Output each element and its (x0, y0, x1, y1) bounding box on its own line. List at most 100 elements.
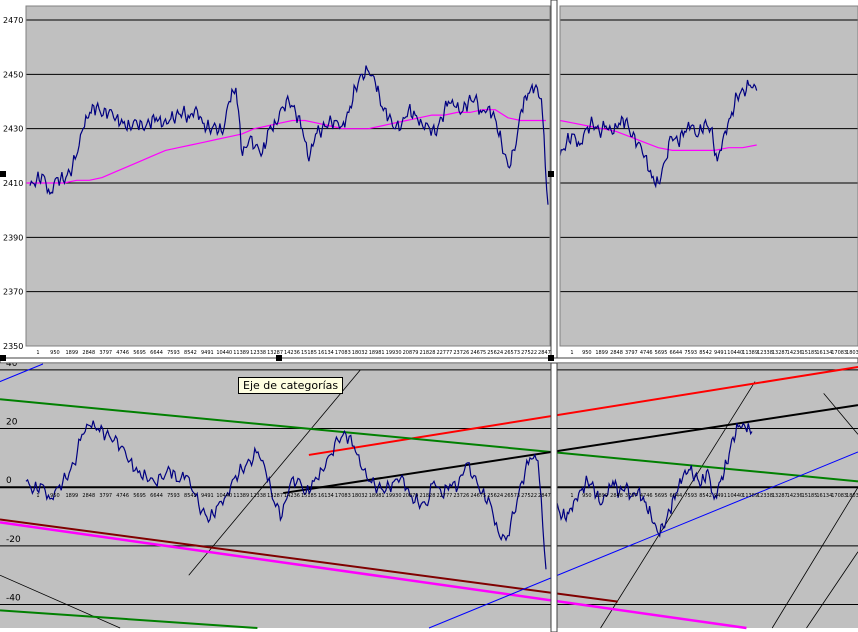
resize-handle (548, 355, 554, 361)
bottom-left-x-tick-label: 4746 (116, 493, 129, 499)
bottom-right-x-tick-label: 11389 (742, 493, 758, 499)
top-right-x-tick-label: 2848 (610, 350, 623, 356)
bottom-left-x-tick-label: 5695 (133, 493, 146, 499)
bottom-left-x-tick-label: 2848 (82, 493, 95, 499)
top-y-tick-label: 2390 (3, 233, 23, 242)
top-y-tick-label: 2430 (3, 125, 23, 134)
top-right-x-tick-label: 3797 (625, 350, 638, 356)
bottom-left-x-tick-label: 25624 (487, 493, 503, 499)
bottom-left-x-tick-label: 1899 (65, 493, 78, 499)
top-left-x-tick-label: 3797 (99, 350, 112, 356)
bottom-left-x-tick-label: 10440 (216, 493, 232, 499)
bottom-right-x-tick-label: 10440 (727, 493, 743, 499)
top-left-x-tick-label: 20879 (403, 350, 419, 356)
bottom-right-x-tick-label: 13287 (772, 493, 788, 499)
top-y-tick-label: 2350 (3, 342, 23, 351)
bottom-left-x-tick-label: 3797 (99, 493, 112, 499)
bottom-left-x-tick-label: 11389 (233, 493, 249, 499)
top-left-x-tick-label: 16134 (318, 350, 334, 356)
top-right-x-tick-label: 4746 (640, 350, 653, 356)
top-left-x-tick-label: 7593 (167, 350, 180, 356)
top-left-x-tick-label: 4746 (116, 350, 129, 356)
top-y-tick-label: 2410 (3, 179, 23, 188)
top-right-x-tick-label: 16134 (816, 350, 832, 356)
top-right-x-tick-label: 11389 (742, 350, 758, 356)
top-left-x-tick-label: 5695 (133, 350, 146, 356)
bottom-left-x-tick-label: 12338 (250, 493, 266, 499)
top-left-x-tick-label: 22777 (436, 350, 452, 356)
top-right-x-tick-label: 9491 (714, 350, 727, 356)
top-right-x-tick-label: 1899 (595, 350, 608, 356)
bottom-left-x-tick-label: 6644 (150, 493, 163, 499)
top-left-x-tick-label: 12338 (250, 350, 266, 356)
top-left-x-tick-label: 26573 (504, 350, 520, 356)
top-left-x-tick-label: 23726 (453, 350, 469, 356)
bottom-right-x-tick-label: 8542 (699, 493, 712, 499)
top-y-tick-label: 2450 (3, 70, 23, 79)
bottom-right-x-tick-label: 2848 (610, 493, 623, 499)
top-left-x-tick-label: 8542 (184, 350, 197, 356)
top-right-x-tick-label: 7593 (684, 350, 697, 356)
bottom-left-x-tick-label: 13287 (267, 493, 283, 499)
bottom-y-tick-label: -40 (6, 594, 21, 604)
top-left-x-tick-label: 6644 (150, 350, 163, 356)
top-left-x-tick-label: 18981 (369, 350, 385, 356)
bottom-right-x-tick-label: 4746 (640, 493, 653, 499)
top-right-x-tick-label: 5695 (655, 350, 668, 356)
bottom-right-x-tick-label: 6644 (670, 493, 683, 499)
bottom-left-x-tick-label: 20879 (403, 493, 419, 499)
resize-handle (276, 355, 282, 361)
vertical-splitter (550, 0, 558, 632)
top-left-x-tick-label: 21828 (420, 350, 436, 356)
top-left-x-tick-label: 2848 (82, 350, 95, 356)
top-right-x-tick-label: 17083 (831, 350, 847, 356)
bottom-right-x-tick-label: 12338 (757, 493, 773, 499)
top-right-x-tick-label: 1 (570, 350, 573, 356)
bottom-y-tick-label: -20 (6, 535, 21, 545)
bottom-right-x-tick-label: 18032 (846, 493, 858, 499)
bottom-left-x-tick-label: 950 (50, 493, 60, 499)
bottom-y-tick-label: 20 (6, 418, 18, 428)
top-left-x-tick-label: 19930 (386, 350, 402, 356)
top-left-x-tick-label: 950 (50, 350, 60, 356)
bottom-left-x-tick-label: 27522 (521, 493, 537, 499)
bottom-right-x-tick-label: 1899 (595, 493, 608, 499)
top-right-x-tick-label: 18032 (846, 350, 858, 356)
bottom-left-x-tick-label: 15185 (301, 493, 317, 499)
bottom-left-x-tick-label: 23726 (453, 493, 469, 499)
bottom-left-x-tick-label: 21828 (420, 493, 436, 499)
bottom-right-x-tick-label: 14236 (787, 493, 803, 499)
bottom-right-x-tick-label: 16134 (816, 493, 832, 499)
top-y-tick-label: 2370 (3, 288, 23, 297)
top-right-x-tick-label: 13287 (772, 350, 788, 356)
bottom-left-x-tick-label: 26573 (504, 493, 520, 499)
bottom-left-x-tick-label: 19930 (386, 493, 402, 499)
top-left-x-tick-label: 27522 (521, 350, 537, 356)
bottom-left-x-tick-label: 18981 (369, 493, 385, 499)
bottom-right-x-tick-label: 7593 (684, 493, 697, 499)
resize-handle (548, 171, 554, 177)
bottom-y-tick-label: 0 (6, 476, 12, 486)
bottom-left-x-tick-label: 8542 (184, 493, 197, 499)
bottom-left-x-tick-label: 18032 (352, 493, 368, 499)
top-left-x-tick-label: 14236 (284, 350, 300, 356)
plot-backgrounds (0, 6, 858, 628)
bottom-left-x-tick-label: 22777 (436, 493, 452, 499)
top-y-tick-label: 2470 (3, 16, 23, 25)
bottom-right-x-tick-label: 15185 (802, 493, 818, 499)
top-left-x-tick-label: 25624 (487, 350, 503, 356)
top-right-x-tick-label: 8542 (699, 350, 712, 356)
bottom-left-x-tick-label: 14236 (284, 493, 300, 499)
bottom-right-x-tick-label: 1 (570, 493, 573, 499)
bottom-left-x-tick-label: 24675 (470, 493, 486, 499)
top-right-plot-area (560, 6, 858, 346)
category-axis-tooltip: Eje de categorías (238, 377, 344, 394)
top-left-x-tick-label: 11389 (233, 350, 249, 356)
bottom-left-x-tick-label: 7593 (167, 493, 180, 499)
top-right-x-tick-label: 14236 (787, 350, 803, 356)
bottom-right-x-tick-label: 9491 (714, 493, 727, 499)
top-right-x-tick-label: 12338 (757, 350, 773, 356)
top-right-x-tick-label: 10440 (727, 350, 743, 356)
top-right-x-tick-label: 950 (582, 350, 592, 356)
bottom-right-x-tick-label: 17083 (831, 493, 847, 499)
